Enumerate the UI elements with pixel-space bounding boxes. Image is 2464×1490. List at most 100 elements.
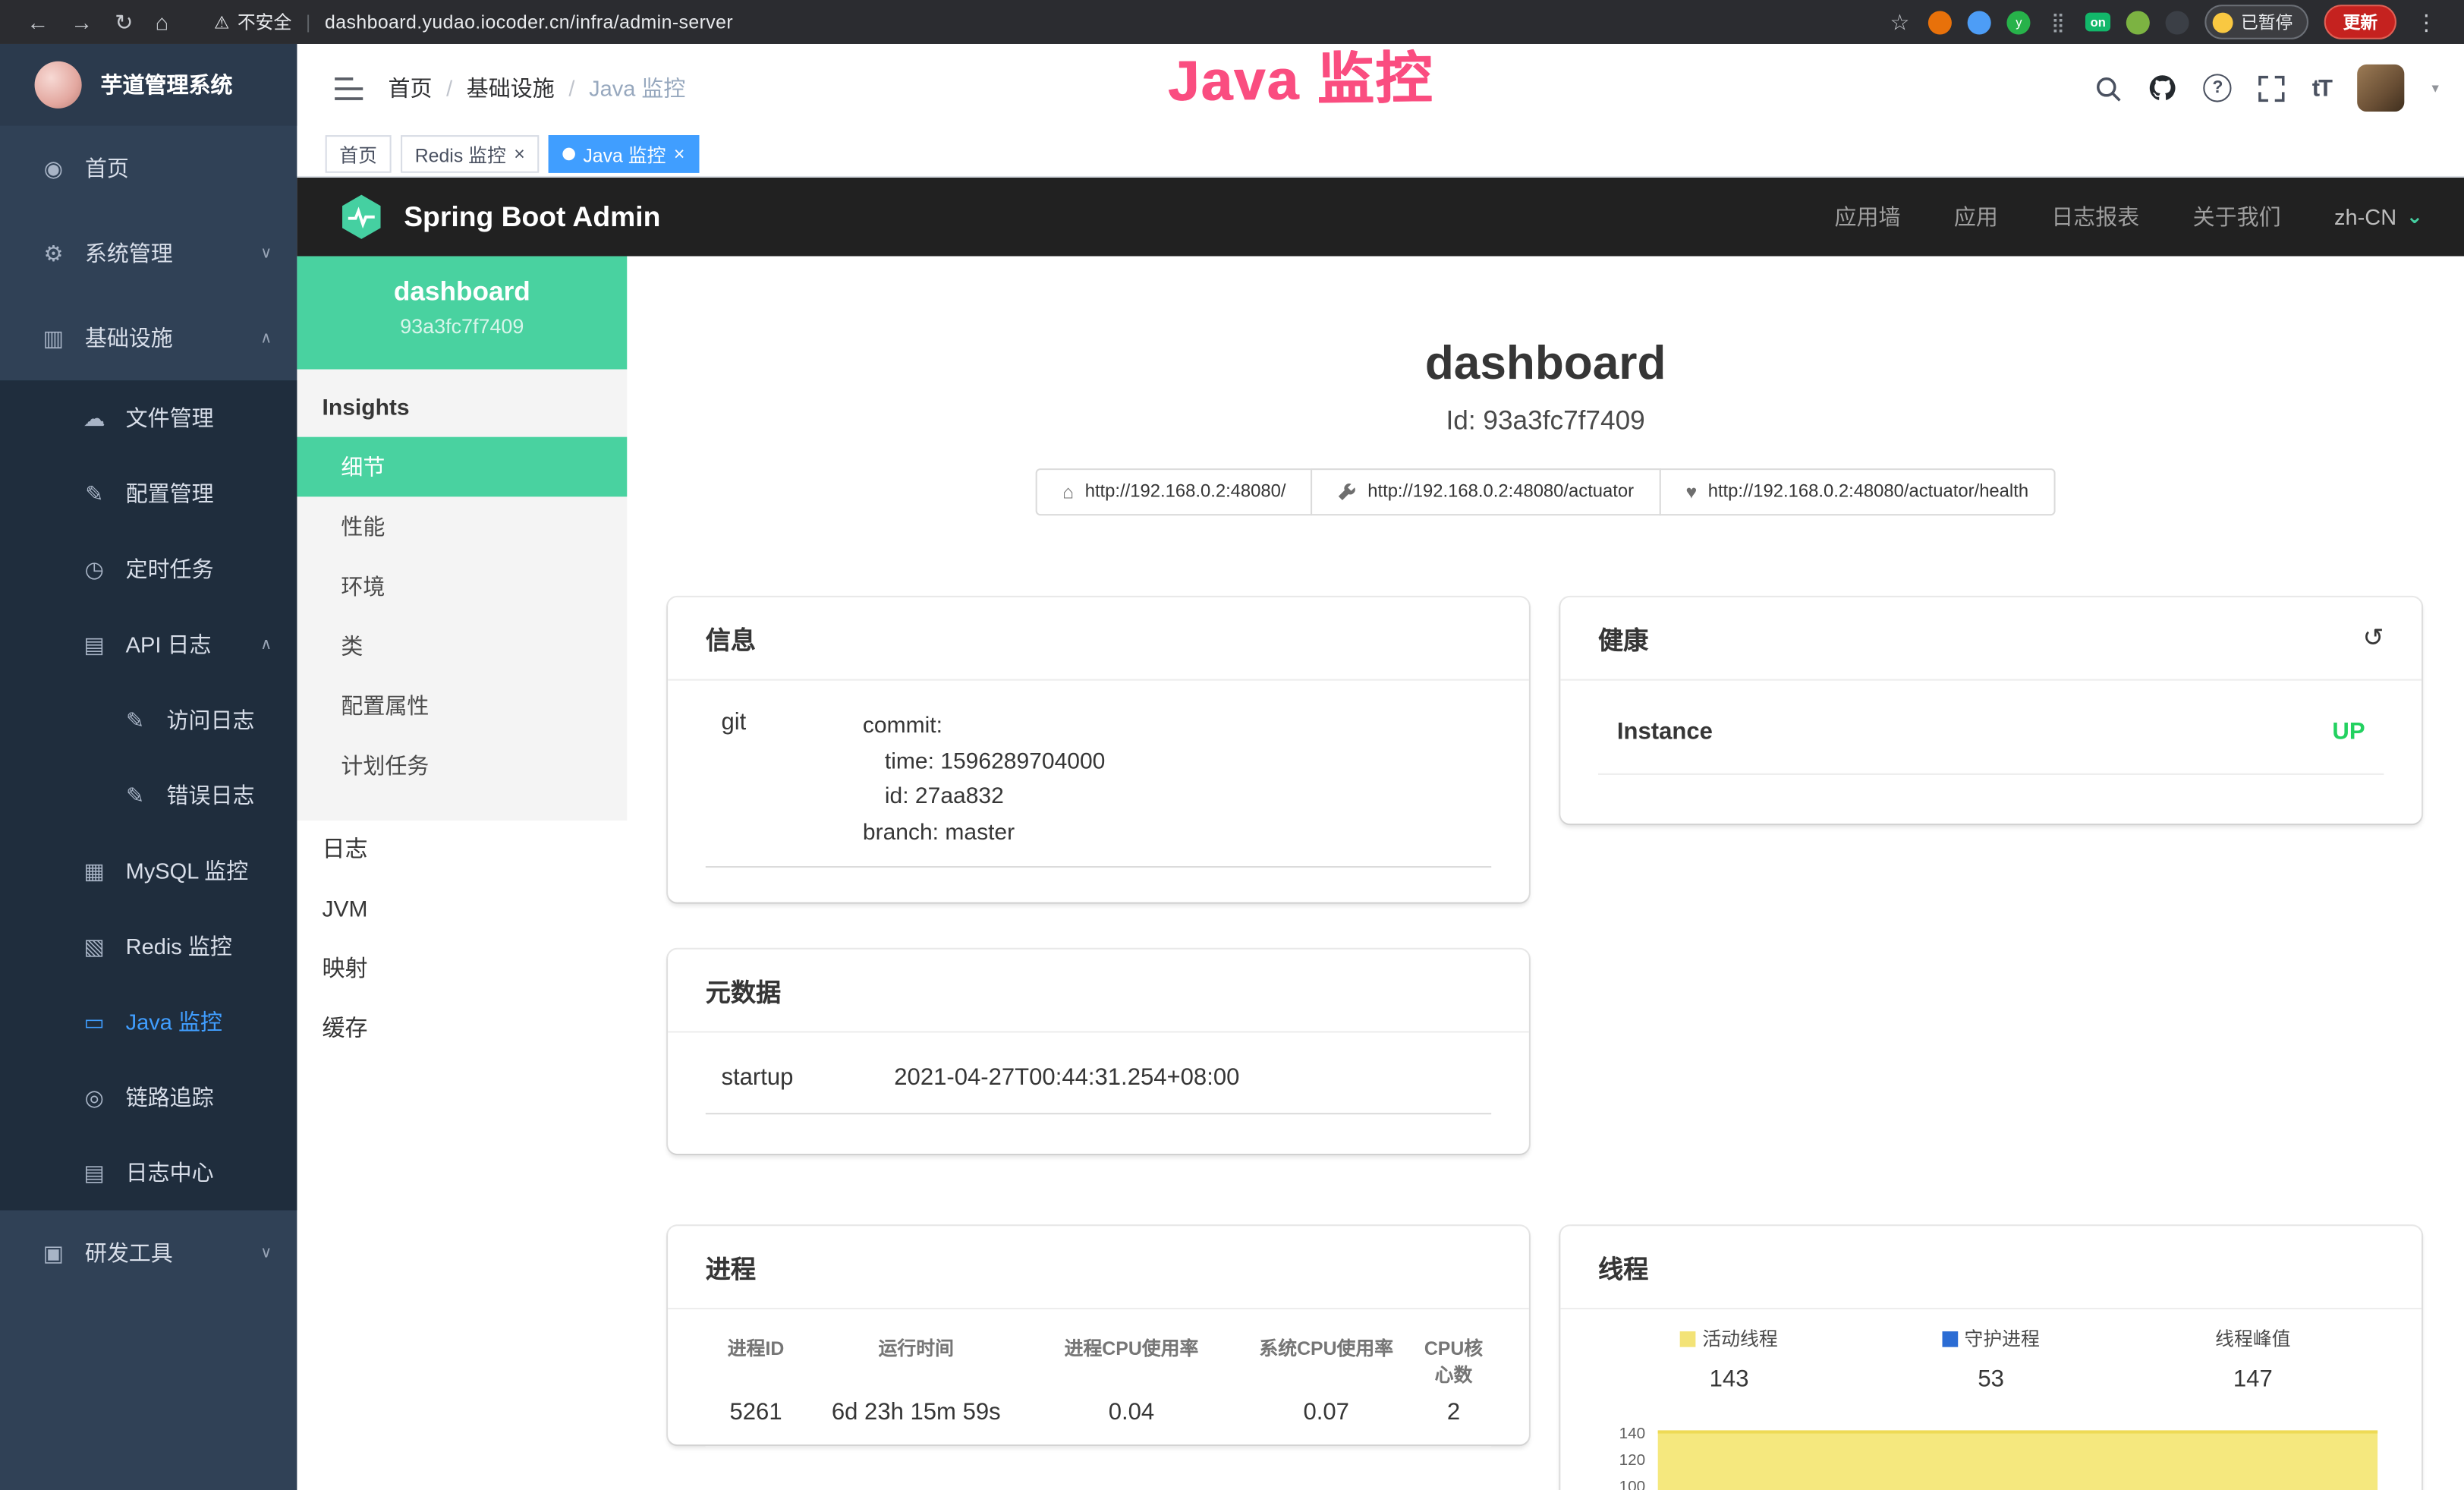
tab-java-monitor[interactable]: Java 监控 ×: [549, 135, 699, 173]
process-table-headers: 进程ID 运行时间 进程CPU使用率 系统CPU使用率 CPU核心数: [706, 1322, 1491, 1388]
sidebar-item-log-center[interactable]: ▤ 日志中心: [0, 1135, 297, 1210]
process-col-header: 进程ID: [706, 1322, 807, 1388]
actuator-url-link[interactable]: http://192.168.0.2:48080/actuator: [1311, 468, 1661, 515]
browser-home-icon[interactable]: ⌂: [155, 0, 168, 44]
sidebar-item-redis-monitor[interactable]: ▧ Redis 监控: [0, 909, 297, 984]
instance-links: ⌂ http://192.168.0.2:48080/ http://192.1…: [627, 468, 2464, 515]
extension-icon-dark[interactable]: [2166, 10, 2189, 33]
sidebar-item-infrastructure[interactable]: ▥ 基础设施 ∧: [0, 295, 297, 380]
sba-content: dashboard Id: 93a3fc7f7409 ⌂ http://192.…: [627, 257, 2464, 1490]
tab-home[interactable]: 首页: [326, 135, 392, 173]
service-url-link[interactable]: ⌂ http://192.168.0.2:48080/: [1036, 468, 1313, 515]
sba-menu-environment[interactable]: 环境: [297, 556, 627, 616]
wrench-icon: [1338, 483, 1357, 502]
sba-menu-mappings[interactable]: 映射: [297, 940, 627, 1000]
paused-extension-badge[interactable]: 已暂停: [2204, 5, 2308, 39]
extension-icon-orange[interactable]: [1928, 10, 1952, 33]
sba-menu-metrics[interactable]: 性能: [297, 496, 627, 556]
browser-menu-icon[interactable]: ⋮: [2415, 0, 2437, 44]
sidebar-item-label: Redis 监控: [126, 931, 232, 962]
extension-icon-grid[interactable]: ⣿: [2047, 10, 2070, 33]
bookmark-star-icon[interactable]: ☆: [1890, 0, 1909, 44]
sba-nav-wallboard[interactable]: 应用墙: [1834, 201, 1900, 232]
extension-icon-leaf[interactable]: [2126, 10, 2150, 33]
tab-label: Redis 监控: [415, 140, 506, 167]
legend-peak-threads: 线程峰值 147: [2122, 1325, 2384, 1393]
fullscreen-icon[interactable]: [2258, 74, 2285, 101]
warning-icon[interactable]: ⚠: [214, 12, 229, 33]
user-menu-caret-icon[interactable]: ▾: [2431, 80, 2438, 97]
eye-icon: ◎: [82, 1084, 107, 1110]
health-card: 健康 ↺ Instance UP: [1560, 597, 2422, 824]
timer-icon: ◷: [82, 556, 107, 582]
sidebar-item-file-management[interactable]: ☁ 文件管理: [0, 380, 297, 455]
sidebar-item-config-management[interactable]: ✎ 配置管理: [0, 456, 297, 531]
sidebar-item-api-logs[interactable]: ▤ API 日志 ∧: [0, 606, 297, 682]
sba-brand-title[interactable]: Spring Boot Admin: [404, 200, 660, 233]
reload-icon[interactable]: ↻: [115, 0, 133, 44]
live-threads-swatch: [1680, 1331, 1696, 1347]
active-tab-dot: [562, 148, 575, 161]
close-icon[interactable]: ×: [674, 145, 685, 164]
extension-icon-blue[interactable]: [1968, 10, 1991, 33]
sba-menu-classes[interactable]: 类: [297, 616, 627, 676]
help-icon[interactable]: ?: [2204, 74, 2232, 102]
sidebar-item-scheduled-jobs[interactable]: ◷ 定时任务: [0, 531, 297, 606]
sba-menu-jvm[interactable]: JVM: [297, 880, 627, 940]
close-icon[interactable]: ×: [514, 145, 525, 164]
sba-menu-configprops[interactable]: 配置属性: [297, 676, 627, 736]
process-col-header: 进程CPU使用率: [1026, 1322, 1236, 1388]
extension-icon-on-badge[interactable]: on: [2085, 13, 2110, 32]
sba-nav-about[interactable]: 关于我们: [2193, 201, 2281, 232]
user-avatar[interactable]: [2358, 65, 2405, 112]
forward-icon[interactable]: →: [71, 0, 93, 44]
security-label[interactable]: 不安全: [238, 9, 291, 34]
legend-label: 活动线程: [1702, 1328, 1777, 1350]
sba-menu-logs[interactable]: 日志: [297, 821, 627, 880]
extension-icon-green[interactable]: y: [2007, 10, 2031, 33]
search-icon[interactable]: [2095, 74, 2122, 101]
sidebar-item-access-logs[interactable]: ✎ 访问日志: [0, 682, 297, 758]
sba-nav-applications[interactable]: 应用: [1954, 201, 1998, 232]
update-button[interactable]: 更新: [2324, 5, 2396, 39]
breadcrumb-home[interactable]: 首页: [388, 72, 432, 103]
sidebar-item-devtools[interactable]: ▣ 研发工具 ∨: [0, 1211, 297, 1296]
daemon-threads-swatch: [1942, 1331, 1958, 1347]
process-col-value: 2: [1416, 1388, 1491, 1426]
github-icon[interactable]: [2148, 74, 2176, 102]
infrastructure-icon: ▥: [41, 325, 66, 351]
font-size-icon[interactable]: tT: [2312, 74, 2331, 101]
sidebar-item-system[interactable]: ⚙ 系统管理 ∨: [0, 210, 297, 295]
threads-legend: 活动线程 143 守护进程 53 线程峰值: [1598, 1325, 2384, 1393]
sidebar-item-trace[interactable]: ◎ 链路追踪: [0, 1060, 297, 1135]
sba-nav-journal[interactable]: 日志报表: [2051, 201, 2139, 232]
sba-menu-scheduled-tasks[interactable]: 计划任务: [297, 736, 627, 795]
back-icon[interactable]: ←: [27, 0, 49, 44]
service-url-text: http://192.168.0.2:48080/: [1085, 483, 1286, 502]
sidebar-item-label: 错误日志: [167, 780, 255, 811]
health-url-link[interactable]: ♥ http://192.168.0.2:48080/actuator/heal…: [1659, 468, 2055, 515]
sidebar-item-label: Java 监控: [126, 1006, 222, 1037]
document-icon: ▤: [82, 631, 107, 657]
metadata-key: startup: [721, 1064, 894, 1091]
sba-language-select[interactable]: zh-CN ⌄: [2334, 204, 2423, 229]
sidebar-item-java-monitor[interactable]: ▭ Java 监控: [0, 984, 297, 1059]
instance-box[interactable]: dashboard 93a3fc7f7409: [297, 257, 627, 370]
sidebar-item-mysql-monitor[interactable]: ▦ MySQL 监控: [0, 833, 297, 909]
sba-menu-caches[interactable]: 缓存: [297, 1000, 627, 1060]
sidebar-item-home[interactable]: ◉ 首页: [0, 126, 297, 211]
app-logo[interactable]: 芋道管理系统: [0, 44, 297, 126]
tab-redis-monitor[interactable]: Redis 监控 ×: [401, 135, 539, 173]
address-bar-url[interactable]: dashboard.yudao.iocoder.cn/infra/admin-s…: [325, 11, 733, 33]
breadcrumb-infrastructure[interactable]: 基础设施: [467, 72, 555, 103]
sba-menu-details[interactable]: 细节: [297, 437, 627, 497]
collapse-sidebar-icon[interactable]: [335, 76, 363, 99]
chevron-down-icon: ∨: [260, 1244, 272, 1262]
sidebar-item-label: 首页: [85, 153, 129, 184]
sidebar-item-error-logs[interactable]: ✎ 错误日志: [0, 758, 297, 833]
tab-bar: 首页 Redis 监控 × Java 监控 ×: [297, 132, 2464, 178]
main-area: 首页 / 基础设施 / Java 监控 ? tT ▾: [297, 44, 2464, 1490]
history-refresh-icon[interactable]: ↺: [2363, 622, 2384, 654]
sidebar-item-label: 文件管理: [126, 402, 214, 433]
threads-chart-y-axis: 140 120 100: [1598, 1421, 1658, 1490]
